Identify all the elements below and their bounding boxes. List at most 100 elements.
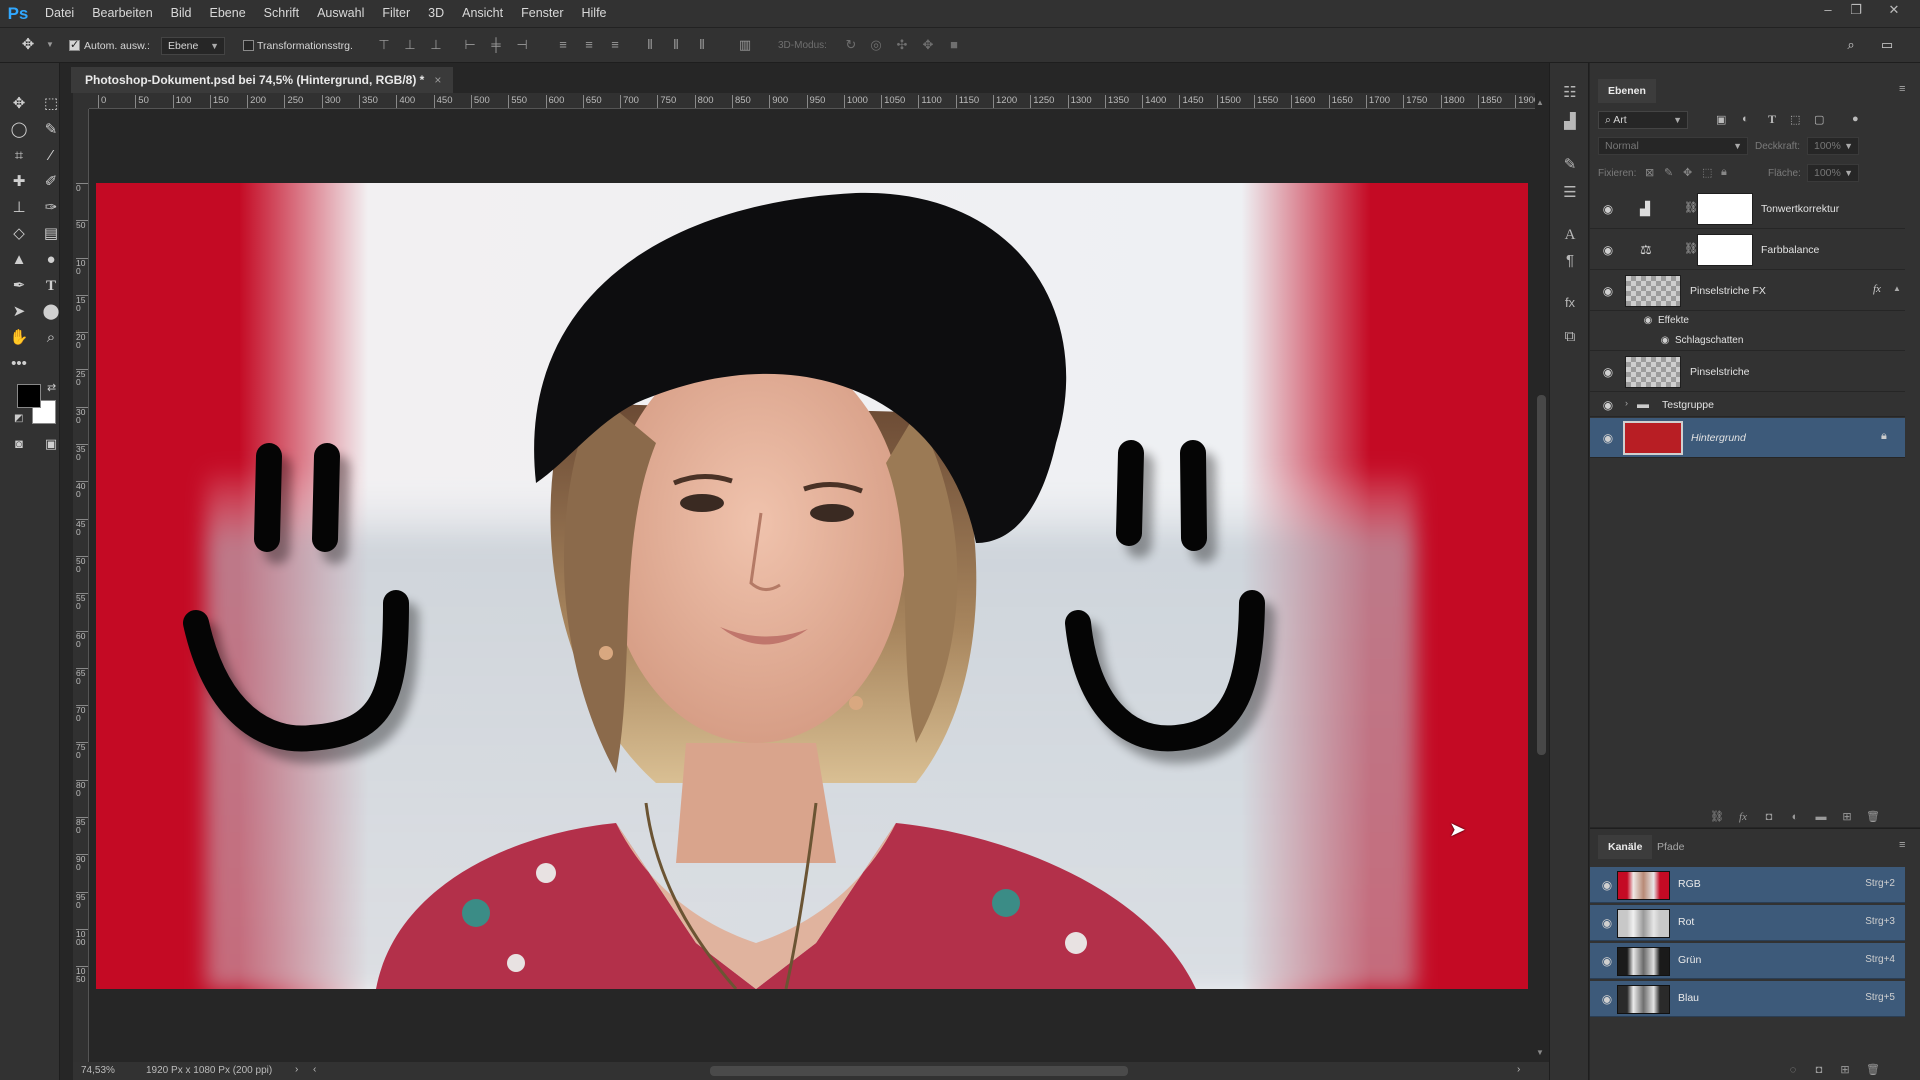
filter-smartobject-icon[interactable]: ▢ <box>1814 113 1824 126</box>
channel-blau[interactable]: ◉ Blau Strg+5 <box>1590 981 1905 1017</box>
fill-field[interactable]: 100% ▼ <box>1807 164 1859 182</box>
clone-stamp-tool-icon[interactable]: ⊥ <box>6 195 32 221</box>
layer-pinselstriche[interactable]: ◉ Pinselstriche <box>1590 352 1905 392</box>
3d-pan-icon[interactable]: ✣ <box>894 37 910 53</box>
layer-name[interactable]: Hintergrund <box>1691 432 1746 444</box>
new-channel-icon[interactable]: ⊞ <box>1838 1063 1852 1077</box>
effect-name[interactable]: Schlagschatten <box>1675 335 1743 346</box>
channel-rgb[interactable]: ◉ RGB Strg+2 <box>1590 867 1905 903</box>
group-expand-chevron-icon[interactable]: › <box>1625 398 1628 408</box>
layer-mask-thumbnail[interactable] <box>1697 234 1753 266</box>
tab-pfade[interactable]: Pfade <box>1647 835 1694 859</box>
layer-name[interactable]: Pinselstriche <box>1690 366 1750 378</box>
lock-pixels-icon[interactable]: ✎ <box>1664 166 1673 179</box>
visibility-eye-icon[interactable]: ◉ <box>1599 878 1615 892</box>
history-brush-tool-icon[interactable]: ✑ <box>38 195 64 221</box>
scroll-down-icon[interactable]: ▼ <box>1536 1048 1544 1057</box>
panel-menu-icon[interactable]: ≡ <box>1899 839 1905 851</box>
layer-fx-indicator[interactable]: fx <box>1873 283 1881 295</box>
layer-thumbnail[interactable] <box>1623 421 1683 455</box>
dodge-tool-icon[interactable]: ● <box>38 247 64 273</box>
brush-settings-panel-icon[interactable]: ✎ <box>1558 153 1582 177</box>
ruler-origin[interactable] <box>73 93 89 109</box>
menu-fenster[interactable]: Fenster <box>512 0 572 27</box>
horizontal-ruler[interactable]: 0 50 100 150 200 250 300 350 400 450 500 550 600 650 7… <box>89 93 1535 109</box>
visibility-eye-icon[interactable]: ◉ <box>1600 284 1616 298</box>
lock-artboard-icon[interactable]: ⬚ <box>1702 166 1712 179</box>
visibility-eye-icon[interactable]: ◉ <box>1599 954 1615 968</box>
pen-tool-icon[interactable]: ✒ <box>6 273 32 299</box>
adjustments-panel-icon[interactable]: ☰ <box>1558 181 1582 205</box>
distribute-vcenter-icon[interactable]: ≡ <box>581 37 597 53</box>
layer-name[interactable]: Tonwertkorrektur <box>1761 203 1839 215</box>
lock-transparency-icon[interactable]: ⊠ <box>1645 166 1654 179</box>
paragraph-panel-icon[interactable]: ¶ <box>1558 249 1582 273</box>
3d-orbit-icon[interactable]: ↻ <box>843 37 859 53</box>
menu-bearbeiten[interactable]: Bearbeiten <box>83 0 161 27</box>
layer-filter-dropdown[interactable]: ⌕ Art ▼ <box>1598 111 1688 129</box>
visibility-eye-icon[interactable]: ◉ <box>1600 398 1616 412</box>
visibility-eye-icon[interactable]: ◉ <box>1599 992 1615 1006</box>
layer-name[interactable]: Testgruppe <box>1662 399 1714 411</box>
scroll-right-icon[interactable]: › <box>1517 1064 1520 1075</box>
tab-kanaele[interactable]: Kanäle <box>1598 835 1653 859</box>
menu-filter[interactable]: Filter <box>373 0 419 27</box>
distribute-hcenter-icon[interactable]: ⫴ <box>668 37 684 53</box>
channel-gruen[interactable]: ◉ Grün Strg+4 <box>1590 943 1905 979</box>
align-vcenter-icon[interactable]: ⊥ <box>402 37 418 53</box>
ellipse-tool-icon[interactable]: ⬤ <box>38 299 64 325</box>
3d-roll-icon[interactable]: ◎ <box>868 37 884 53</box>
filter-adjustment-icon[interactable]: ◐ <box>1742 113 1749 125</box>
info-arrow-icon[interactable]: › <box>295 1064 298 1075</box>
collapse-effects-icon[interactable]: ▲ <box>1893 284 1901 293</box>
filter-pixel-icon[interactable]: ▣ <box>1716 113 1726 126</box>
default-colors-icon[interactable]: ◩ <box>14 413 23 424</box>
align-hcenter-icon[interactable]: ╪ <box>488 37 504 53</box>
eyedropper-tool-icon[interactable]: ⁄ <box>38 143 64 169</box>
crop-tool-icon[interactable]: ⌗ <box>6 143 32 169</box>
layer-name[interactable]: Farbbalance <box>1761 244 1819 256</box>
libraries-panel-icon[interactable]: ⧉ <box>1558 325 1582 349</box>
move-tool-icon[interactable]: ✥ <box>20 37 36 53</box>
distribute-left-icon[interactable]: ⫴ <box>642 37 658 53</box>
auto-select-target-dropdown[interactable]: Ebene ▼ <box>161 37 225 55</box>
layer-hintergrund[interactable]: ◉ Hintergrund 🔒︎ <box>1590 418 1905 458</box>
tool-preset-chevron-icon[interactable]: ▼ <box>42 37 58 53</box>
close-window-icon[interactable]: ✕ <box>1880 0 1908 20</box>
auto-align-icon[interactable]: ▥ <box>737 37 753 53</box>
layer-farbbalance[interactable]: ◉ ⚖ ⛓ Farbbalance <box>1590 230 1905 270</box>
hand-tool-icon[interactable]: ✋ <box>6 325 32 351</box>
distribute-right-icon[interactable]: ⫴ <box>694 37 710 53</box>
mask-link-icon[interactable]: ⛓ <box>1684 242 1698 255</box>
layer-testgruppe[interactable]: ◉ › ▬ Testgruppe <box>1590 393 1905 417</box>
delete-layer-icon[interactable]: 🗑︎ <box>1866 810 1880 824</box>
transform-controls-checkbox[interactable] <box>243 40 254 51</box>
effects-visibility-icon[interactable]: ◉ <box>1640 314 1656 328</box>
marquee-tool-icon[interactable]: ⬚ <box>38 91 64 117</box>
align-top-icon[interactable]: ⊤ <box>376 37 392 53</box>
search-icon[interactable]: ⌕ <box>1843 37 1859 53</box>
distribute-top-icon[interactable]: ≡ <box>555 37 571 53</box>
document-info[interactable]: 1920 Px x 1080 Px (200 ppi) <box>146 1065 272 1076</box>
menu-ansicht[interactable]: Ansicht <box>453 0 512 27</box>
layer-thumbnail[interactable] <box>1625 356 1681 388</box>
layer-thumbnail[interactable] <box>1625 275 1681 307</box>
menu-hilfe[interactable]: Hilfe <box>573 0 616 27</box>
layer-mask-thumbnail[interactable] <box>1697 193 1753 225</box>
menu-schrift[interactable]: Schrift <box>255 0 308 27</box>
menu-3d[interactable]: 3D <box>419 0 453 27</box>
move-tool-icon[interactable]: ✥ <box>6 91 32 117</box>
lasso-tool-icon[interactable]: ◯ <box>6 117 32 143</box>
link-layers-icon[interactable]: ⛓ <box>1710 810 1724 824</box>
layer-name[interactable]: Pinselstriche FX <box>1690 285 1766 297</box>
filter-shape-icon[interactable]: ⬚ <box>1790 113 1800 126</box>
auto-select-checkbox[interactable] <box>69 38 80 51</box>
document-canvas[interactable] <box>96 183 1528 989</box>
lock-icon[interactable]: 🔒︎ <box>1881 430 1887 443</box>
zoom-level[interactable]: 74,53% <box>81 1065 115 1076</box>
visibility-eye-icon[interactable]: ◉ <box>1600 431 1616 445</box>
filter-toggle-icon[interactable]: ● <box>1852 113 1859 125</box>
align-right-icon[interactable]: ⊣ <box>514 37 530 53</box>
screen-mode-icon[interactable]: ▣ <box>38 431 64 457</box>
layer-effect-drop-shadow[interactable]: ◉ Schlagschatten <box>1590 331 1905 351</box>
